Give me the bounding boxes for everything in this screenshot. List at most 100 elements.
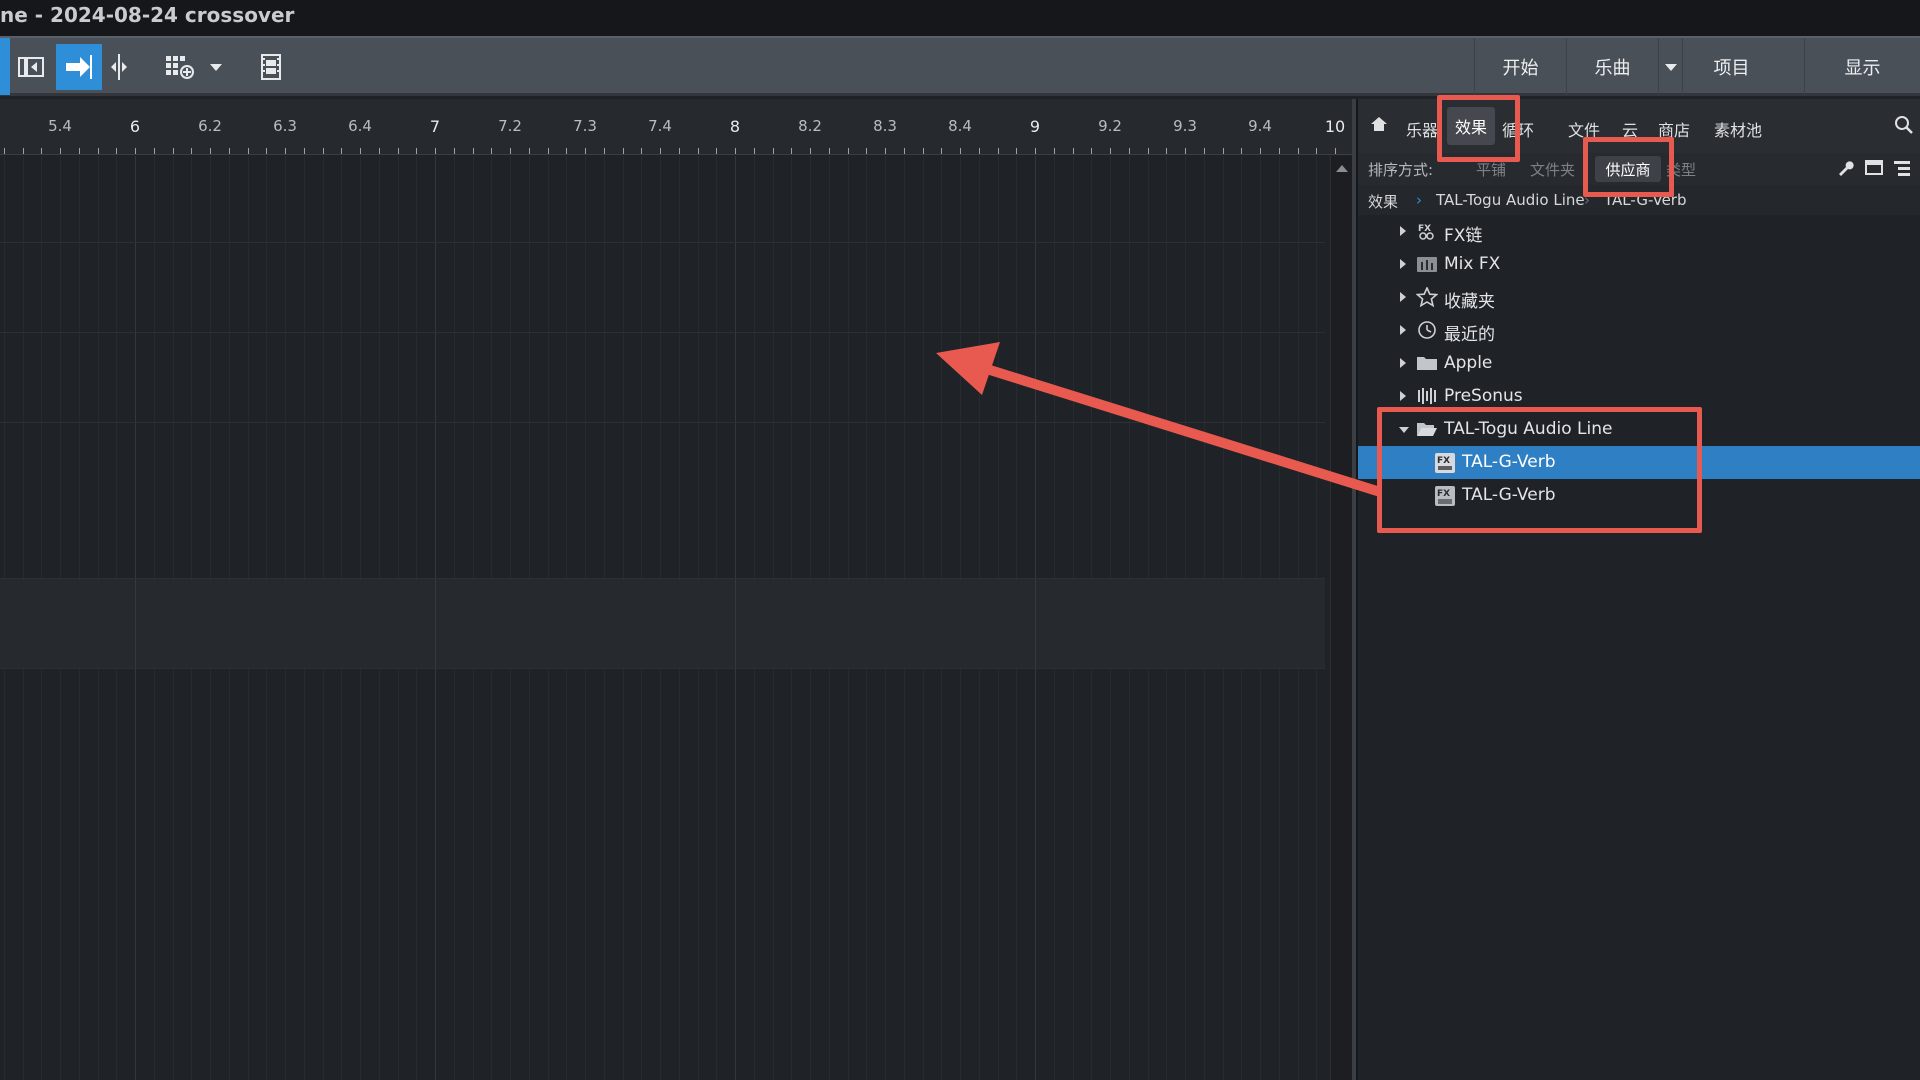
track-separator [0, 668, 1325, 669]
split-tool-button[interactable] [106, 44, 132, 90]
grid-line [304, 156, 305, 1080]
breadcrumb-root[interactable]: 效果 [1368, 191, 1398, 212]
ruler-tick [1035, 148, 1036, 154]
grid-line [548, 156, 549, 1080]
chevron-down-icon [1664, 63, 1677, 71]
expand-icon[interactable] [1400, 325, 1406, 335]
ruler-tick [435, 148, 436, 154]
toolbar: 开始 乐曲 项目 显示 [0, 36, 1920, 96]
ruler-tick [566, 148, 567, 154]
search-icon[interactable] [1894, 115, 1914, 139]
ruler-tick [1335, 148, 1336, 154]
expand-icon[interactable] [1400, 292, 1406, 302]
ruler-tick [604, 148, 605, 154]
tab-show-label: 显示 [1844, 57, 1881, 79]
grid-line [491, 156, 492, 1080]
grid-line [4, 156, 5, 1080]
folder-icon [1416, 353, 1438, 373]
grid-line [679, 156, 680, 1080]
grid-line [323, 156, 324, 1080]
tab-instruments[interactable]: 乐器 [1406, 117, 1438, 141]
annotation-box-effects-tab [1437, 95, 1520, 162]
list-view-icon[interactable] [1892, 159, 1912, 181]
grid-line [360, 156, 361, 1080]
expand-icon[interactable] [1400, 259, 1406, 269]
grid-line [79, 156, 80, 1080]
tab-song[interactable]: 乐曲 [1566, 38, 1658, 95]
ruler-tick [116, 148, 117, 154]
tab-project[interactable]: 项目 [1682, 38, 1780, 95]
grid-line [529, 156, 530, 1080]
ruler-tick [510, 148, 511, 154]
ruler-tick [191, 148, 192, 154]
ruler-tick [998, 148, 999, 154]
window-icon[interactable] [1864, 159, 1884, 181]
fx-chain-icon: FX [1416, 221, 1438, 241]
ruler-label: 7.3 [573, 117, 597, 135]
grid-settings-button[interactable] [160, 44, 200, 90]
expand-icon[interactable] [1400, 391, 1406, 401]
tree-item-fx-chains[interactable]: FX FX链 [1358, 215, 1920, 248]
ruler-tick [1316, 148, 1317, 154]
vertical-scrollbar[interactable] [1330, 156, 1352, 1080]
ruler-tick [135, 148, 136, 154]
ruler-tick [491, 148, 492, 154]
video-track-button[interactable] [254, 44, 288, 90]
track-grid[interactable] [0, 156, 1330, 1080]
tree-item-label: Apple [1444, 353, 1493, 373]
tab-pool[interactable]: 素材池 [1714, 117, 1762, 141]
follow-playback-button[interactable] [56, 44, 102, 90]
ruler-tick [79, 148, 80, 154]
ruler-label: 10 [1324, 117, 1346, 136]
song-dropdown-button[interactable] [1658, 38, 1682, 95]
grid-line [941, 156, 942, 1080]
timeline-ruler[interactable]: 5.4 6 6.2 6.3 6.4 7 7.2 7.3 7.4 8 8.2 8.3 8.4 9 9.2 9.3… [0, 99, 1352, 155]
grid-line [716, 156, 717, 1080]
sort-flat[interactable]: 平铺 [1476, 159, 1506, 180]
ruler-tick [1185, 148, 1186, 154]
sort-folder[interactable]: 文件夹 [1530, 159, 1575, 180]
grid-line [773, 156, 774, 1080]
tree-item-mix-fx[interactable]: Mix FX [1358, 248, 1920, 281]
grid-line [1035, 156, 1036, 1080]
ruler-tick [960, 148, 961, 154]
breadcrumb-level1[interactable]: TAL-Togu Audio Line [1436, 191, 1585, 209]
expand-icon[interactable] [1400, 358, 1406, 368]
grid-line [1110, 156, 1111, 1080]
ruler-label: 6.4 [348, 117, 372, 135]
grid-line [866, 156, 867, 1080]
grid-line [641, 156, 642, 1080]
ruler-tick [979, 148, 980, 154]
ruler-tick [660, 148, 661, 154]
snap-to-start-button[interactable] [14, 44, 48, 90]
ruler-tick [154, 148, 155, 154]
grid-line [116, 156, 117, 1080]
ruler-label: 7.4 [648, 117, 672, 135]
tab-show[interactable]: 显示 [1804, 38, 1920, 95]
ruler-label: 9.2 [1098, 117, 1122, 135]
grid-line [979, 156, 980, 1080]
track-lane-highlight [0, 578, 1325, 668]
grid-line [1054, 156, 1055, 1080]
home-icon[interactable] [1370, 115, 1388, 137]
tree-item-recent[interactable]: 最近的 [1358, 314, 1920, 347]
grid-line [248, 156, 249, 1080]
wrench-icon[interactable] [1836, 159, 1854, 181]
grid-line [735, 156, 736, 1080]
arrange-view[interactable]: 5.4 6 6.2 6.3 6.4 7 7.2 7.3 7.4 8 8.2 8.3 8.4 9 9.2 9.3… [0, 99, 1352, 1080]
split-icon [111, 54, 127, 80]
tree-item-favorites[interactable]: 收藏夹 [1358, 281, 1920, 314]
expand-icon[interactable] [1400, 226, 1406, 236]
ruler-tick [848, 148, 849, 154]
tab-start[interactable]: 开始 [1474, 38, 1566, 95]
grid-dropdown-button[interactable] [204, 44, 228, 90]
ruler-tick [379, 148, 380, 154]
grid-line [473, 156, 474, 1080]
grid-line [379, 156, 380, 1080]
ruler-tick [248, 148, 249, 154]
ruler-tick [623, 148, 624, 154]
ruler-tick [60, 148, 61, 154]
tree-item-apple[interactable]: Apple [1358, 347, 1920, 380]
grid-line [1185, 156, 1186, 1080]
grid-line [454, 156, 455, 1080]
